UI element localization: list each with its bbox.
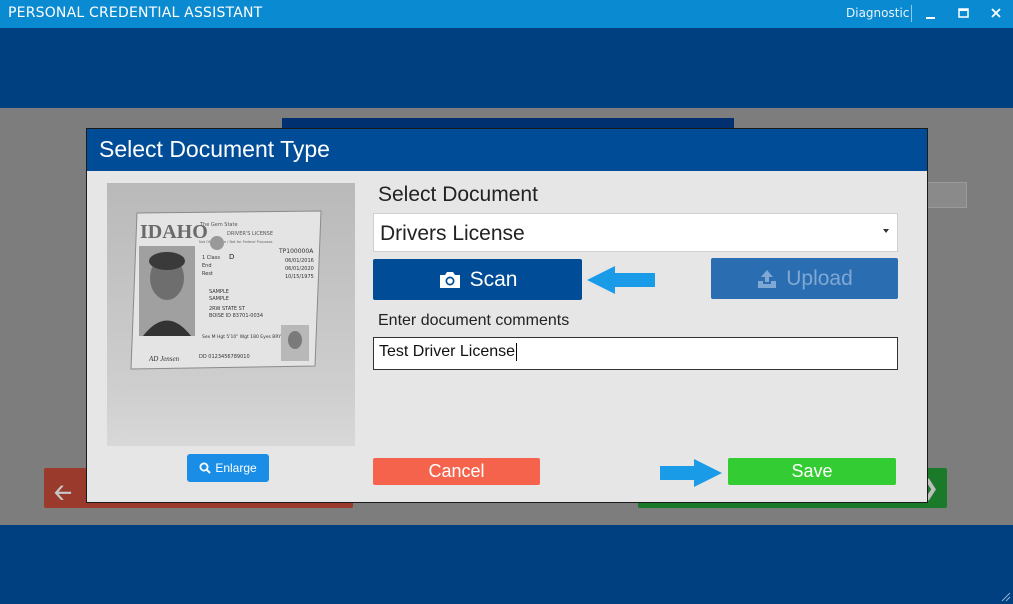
doc-heading: DRIVER'S LICENSE [227, 231, 273, 237]
dd-number: DD 0123456789010 [199, 354, 250, 360]
pointer-arrow-icon [660, 459, 722, 487]
expiry-date: 06/01/2020 [285, 266, 314, 272]
issue-date: 06/01/2016 [285, 258, 314, 264]
select-document-label: Select Document [378, 183, 538, 206]
upload-label: Upload [786, 266, 853, 290]
arrow-left-icon: 🡠 [54, 481, 72, 506]
end-label: End [202, 263, 212, 269]
comments-value: Test Driver License [379, 343, 516, 361]
enlarge-label: Enlarge [215, 461, 257, 475]
comments-input[interactable]: Test Driver License [373, 337, 898, 370]
address-line-2: BOISE ID 83701-0034 [209, 313, 263, 319]
title-bar: PERSONAL CREDENTIAL ASSISTANT Diagnostic [0, 0, 1013, 28]
magnifier-icon [199, 462, 212, 474]
select-document-dialog: Select Document Type IDAHO The Gem State… [86, 128, 928, 503]
state-name: IDAHO [140, 221, 208, 243]
class-value: D [229, 253, 234, 261]
save-label: Save [791, 461, 833, 481]
dialog-title: Select Document Type [99, 136, 330, 162]
cancel-button[interactable]: Cancel [373, 458, 540, 485]
signature: AD Jensen [148, 355, 180, 363]
background-footer [0, 525, 1013, 604]
background-field [925, 182, 967, 208]
scan-label: Scan [469, 267, 518, 291]
enlarge-button[interactable]: Enlarge [187, 454, 269, 482]
document-type-select[interactable]: Drivers License [373, 213, 898, 252]
camera-icon [439, 271, 460, 288]
dialog-header: Select Document Type [87, 129, 927, 171]
address-line-1: 2RW STATE ST [209, 306, 246, 312]
caret-down-icon [883, 229, 889, 233]
state-motto: The Gem State [199, 222, 238, 228]
document-preview: IDAHO The Gem State DRIVER'S LICENSE Not… [107, 183, 355, 446]
minimize-icon[interactable] [920, 4, 940, 24]
license-number: TP100000A [278, 248, 314, 255]
name-line-2: SAMPLE [209, 296, 229, 302]
document-type-value: Drivers License [380, 222, 525, 245]
comments-label: Enter document comments [378, 312, 570, 329]
rest-label: Rest [202, 271, 213, 277]
text-cursor [516, 343, 518, 361]
title-separator [911, 5, 912, 22]
resize-grip-icon[interactable] [1001, 592, 1011, 602]
pointer-arrow-icon [587, 266, 655, 294]
diagnostic-link[interactable]: Diagnostic [846, 6, 909, 20]
app-title: PERSONAL CREDENTIAL ASSISTANT [8, 5, 263, 21]
upload-icon [758, 269, 777, 288]
birth-date: 10/15/1975 [285, 274, 314, 280]
close-icon[interactable] [986, 4, 1006, 24]
class-label: 1 Class [202, 255, 220, 261]
save-button[interactable]: Save [728, 458, 896, 485]
maximize-icon[interactable] [953, 4, 973, 24]
name-line-1: SAMPLE [209, 289, 229, 295]
scan-button[interactable]: Scan [373, 259, 582, 300]
upload-button[interactable]: Upload [711, 258, 898, 299]
background-header [0, 28, 1013, 108]
cancel-label: Cancel [428, 461, 485, 481]
